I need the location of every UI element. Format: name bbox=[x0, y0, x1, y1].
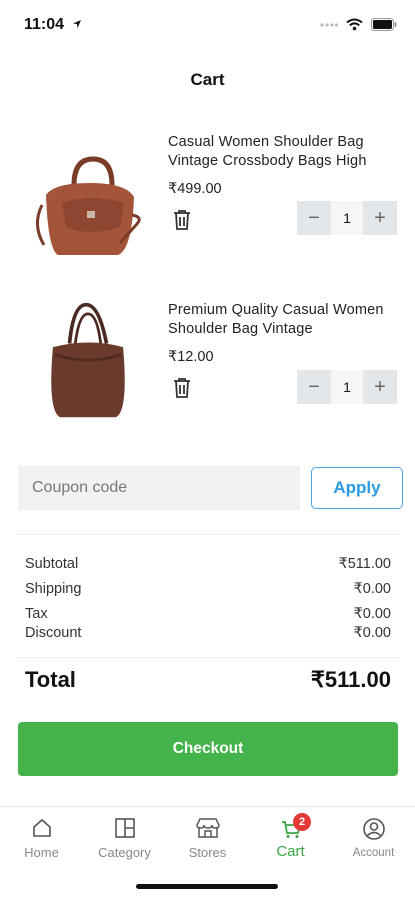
tab-label: Account bbox=[352, 847, 395, 859]
tab-label: Stores bbox=[188, 845, 227, 860]
page-title: Cart bbox=[190, 70, 225, 89]
subtotal-row: Subtotal ₹511.00 bbox=[25, 556, 391, 572]
subtotal-value: ₹511.00 bbox=[338, 556, 392, 572]
product-name[interactable]: Premium Quality Casual Women Shoulder Ba… bbox=[168, 301, 398, 339]
quantity-stepper[interactable]: − 1 + bbox=[297, 201, 397, 235]
cart-item[interactable]: Casual Women Shoulder Bag Vintage Crossb… bbox=[0, 125, 415, 275]
product-price: ₹12.00 bbox=[168, 349, 214, 365]
trash-icon[interactable] bbox=[172, 209, 192, 231]
quantity-value: 1 bbox=[331, 201, 363, 235]
quantity-stepper[interactable]: − 1 + bbox=[297, 370, 397, 404]
total-value: ₹511.00 bbox=[310, 667, 391, 692]
store-icon bbox=[195, 818, 220, 838]
discount-row: Discount ₹0.00 bbox=[25, 625, 391, 641]
status-time: 11:04 bbox=[24, 16, 65, 33]
tax-label: Tax bbox=[25, 606, 48, 622]
tab-cart[interactable]: 2 Cart bbox=[249, 813, 332, 860]
tax-row: Tax ₹0.00 bbox=[25, 606, 391, 622]
increment-button[interactable]: + bbox=[363, 370, 397, 404]
divider bbox=[18, 657, 398, 658]
trash-icon[interactable] bbox=[172, 377, 192, 399]
product-name[interactable]: Casual Women Shoulder Bag Vintage Crossb… bbox=[168, 133, 398, 171]
subtotal-label: Subtotal bbox=[25, 556, 79, 572]
decrement-button[interactable]: − bbox=[297, 370, 331, 404]
shipping-label: Shipping bbox=[25, 581, 82, 597]
home-icon bbox=[32, 818, 51, 837]
wifi-icon bbox=[346, 18, 363, 31]
status-icons bbox=[320, 18, 397, 31]
category-icon bbox=[114, 818, 135, 838]
product-price: ₹499.00 bbox=[168, 181, 222, 197]
product-image[interactable] bbox=[28, 145, 148, 265]
tab-label: Category bbox=[98, 845, 151, 860]
total-row: Total ₹511.00 bbox=[25, 667, 391, 693]
tab-stores[interactable]: Stores bbox=[166, 817, 249, 860]
tab-account[interactable]: Account bbox=[332, 817, 415, 859]
total-label: Total bbox=[25, 667, 76, 692]
status-bar: 11:04 bbox=[0, 0, 415, 50]
increment-button[interactable]: + bbox=[363, 201, 397, 235]
home-indicator[interactable] bbox=[136, 884, 278, 889]
apply-coupon-button[interactable]: Apply bbox=[311, 467, 403, 509]
tab-label: Cart bbox=[276, 843, 305, 860]
checkout-button[interactable]: Checkout bbox=[18, 722, 398, 776]
tab-home[interactable]: Home bbox=[0, 817, 83, 860]
shipping-value: ₹0.00 bbox=[353, 581, 391, 597]
battery-icon bbox=[371, 18, 397, 31]
account-icon bbox=[362, 818, 385, 840]
cart-item[interactable]: Premium Quality Casual Women Shoulder Ba… bbox=[0, 293, 415, 443]
decrement-button[interactable]: − bbox=[297, 201, 331, 235]
location-arrow-icon bbox=[73, 20, 81, 28]
tab-category[interactable]: Category bbox=[83, 817, 166, 860]
tab-label: Home bbox=[24, 845, 59, 860]
divider bbox=[18, 534, 398, 535]
product-image[interactable] bbox=[28, 301, 148, 421]
discount-label: Discount bbox=[25, 625, 82, 641]
shipping-row: Shipping ₹0.00 bbox=[25, 581, 391, 597]
cart-count-badge: 2 bbox=[293, 813, 311, 831]
quantity-value: 1 bbox=[331, 370, 363, 404]
coupon-input[interactable] bbox=[18, 466, 300, 510]
signal-dots-icon bbox=[320, 22, 338, 27]
tax-value: ₹0.00 bbox=[353, 606, 391, 622]
discount-value: ₹0.00 bbox=[353, 625, 391, 641]
